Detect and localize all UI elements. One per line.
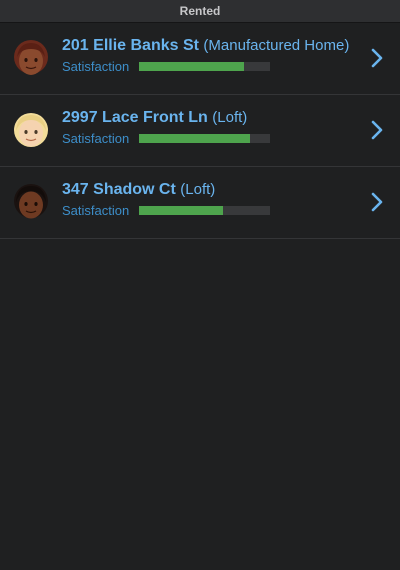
satisfaction-bar [139, 206, 270, 215]
rented-list: 201 Ellie Banks St (Manufactured Home) S… [0, 23, 400, 239]
rental-row-lace-front[interactable]: 2997 Lace Front Ln (Loft) Satisfaction [0, 95, 400, 167]
rental-info: 2997 Lace Front Ln (Loft) Satisfaction [62, 107, 360, 146]
street-address: 201 Ellie Banks St [62, 37, 199, 54]
property-type: (Loft) [180, 181, 216, 198]
rental-title: 347 Shadow Ct (Loft) [62, 179, 360, 201]
tenant-avatar-icon [14, 40, 48, 75]
satisfaction-label: Satisfaction [62, 59, 130, 74]
satisfaction-bar-fill [139, 134, 251, 143]
satisfaction-bar-fill [139, 206, 223, 215]
satisfaction-line: Satisfaction [62, 131, 360, 146]
satisfaction-bar [139, 134, 270, 143]
section-header: Rented [0, 0, 400, 23]
satisfaction-bar [139, 62, 270, 71]
tenant-avatar-icon [14, 113, 48, 147]
satisfaction-bar-fill [139, 62, 244, 71]
chevron-right-icon[interactable] [370, 119, 384, 141]
rental-info: 347 Shadow Ct (Loft) Satisfaction [62, 179, 360, 218]
rental-title: 2997 Lace Front Ln (Loft) [62, 107, 360, 129]
rental-info: 201 Ellie Banks St (Manufactured Home) S… [62, 35, 360, 74]
satisfaction-line: Satisfaction [62, 59, 360, 74]
satisfaction-label: Satisfaction [62, 131, 130, 146]
chevron-right-icon[interactable] [370, 191, 384, 213]
property-type: (Loft) [212, 109, 248, 126]
section-title: Rented [179, 4, 221, 18]
rental-row-ellie-banks[interactable]: 201 Ellie Banks St (Manufactured Home) S… [0, 23, 400, 95]
rental-title: 201 Ellie Banks St (Manufactured Home) [62, 35, 360, 57]
street-address: 2997 Lace Front Ln [62, 109, 208, 126]
rented-screen: Rented 201 Ellie Banks St (Manufactured … [0, 0, 400, 570]
tenant-avatar-icon [14, 184, 48, 219]
satisfaction-label: Satisfaction [62, 203, 130, 218]
rental-row-shadow-ct[interactable]: 347 Shadow Ct (Loft) Satisfaction [0, 167, 400, 239]
property-type: (Manufactured Home) [203, 37, 350, 54]
chevron-right-icon[interactable] [370, 47, 384, 69]
street-address: 347 Shadow Ct [62, 181, 176, 198]
satisfaction-line: Satisfaction [62, 203, 360, 218]
